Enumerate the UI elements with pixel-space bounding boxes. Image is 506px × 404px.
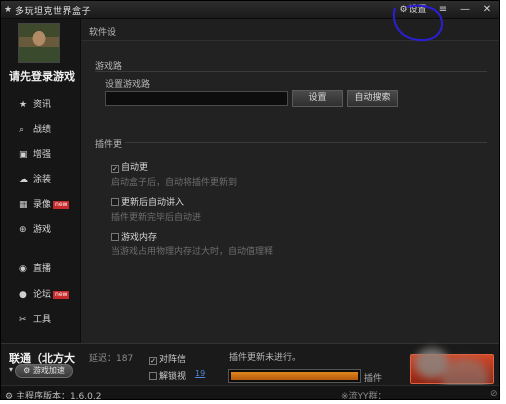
login-prompt[interactable]: 请先登录游戏 (5, 68, 79, 84)
sidebar-item-tools[interactable]: ✂ 工具 (19, 312, 51, 326)
sidebar-item-enhance[interactable]: ▣ 增强 (19, 147, 51, 161)
enter-after-update-option[interactable]: 更新后自动讲入 (111, 195, 185, 208)
version-text: 主程序版本：1.6.0.2 (15, 392, 102, 400)
sidebar-item-label: 录像 (33, 200, 52, 210)
set-path-button[interactable]: 设置 (292, 90, 343, 107)
sidebar-item-live[interactable]: ◉ 直播 (19, 261, 51, 275)
unlock-view-checkbox[interactable] (149, 372, 157, 380)
gear-icon: ⚙ (399, 5, 408, 15)
avatar[interactable] (18, 23, 60, 63)
enter-after-update-label: 更新后自动讲入 (121, 198, 185, 208)
accelerate-label: 游戏加速 (32, 366, 65, 375)
sidebar-item-label: 游戏 (33, 225, 52, 235)
film-icon: ▦ (19, 200, 28, 210)
auto-update-checkbox[interactable]: ✓ (111, 165, 119, 173)
settings-panel: 软件设 游戏路 设置游戏路 设置 自动搜索 插件更 ✓ 自动更 启动盒子后，自动将… (81, 19, 499, 343)
progress-fill (231, 372, 358, 380)
memory-cleanup-label: 游戏内存 (121, 233, 158, 243)
title-bar[interactable]: ★ 多玩坦克世界盒子 ⚙设置 ≡ — ✕ (1, 1, 499, 19)
game-path-field-label: 设置游戏路 (105, 80, 151, 90)
sidebar-item-news[interactable]: ★ 资讯 (19, 97, 51, 111)
resize-grip-icon[interactable]: ⊘ (490, 389, 498, 399)
rocket-icon: ⚙ (23, 366, 31, 375)
new-badge: new (53, 291, 70, 299)
tank-icon: ☁ (19, 175, 28, 185)
search-icon: ⌕ (19, 125, 25, 135)
sidebar-item-label: 增强 (33, 150, 52, 160)
sidebar-item-label: 涂装 (33, 175, 52, 185)
game-path-input[interactable] (105, 91, 288, 106)
memory-cleanup-checkbox[interactable] (111, 233, 119, 241)
latency-text: 延迟：187 (89, 354, 134, 364)
star-icon: ★ (19, 100, 28, 110)
sidebar-item-skin[interactable]: ☁ 涂装 (19, 172, 51, 186)
app-logo-icon: ★ (4, 5, 13, 15)
chat-icon: ● (19, 290, 27, 300)
new-badge: new (53, 201, 70, 209)
toolbox-icon: ▣ (19, 150, 28, 160)
status-bar: ⚙ 主程序版本：1.6.0.2 ※流YY群： ⊘ (1, 385, 499, 400)
yy-group-text[interactable]: ※流YY群： (341, 389, 387, 399)
program-version: ⚙ 主程序版本：1.6.0.2 (5, 389, 102, 400)
settings-label: 设置 (408, 5, 427, 15)
teammate-info-label: 对阵信 (159, 355, 187, 365)
plugin-label: 插件 (364, 374, 383, 384)
gamepad-icon: ⊕ (19, 225, 27, 235)
plugin-section-title: 插件更 (95, 140, 123, 150)
unlock-view-label: 解锁视 (159, 372, 187, 382)
auto-update-hint: 启动盒子后，自动将插件更新到 (111, 178, 238, 188)
close-button[interactable]: ✕ (481, 3, 493, 17)
unlock-view-option[interactable]: 解锁视 (149, 369, 186, 382)
minimize-button[interactable]: — (459, 3, 471, 17)
app-window: ★ 多玩坦克世界盒子 ⚙设置 ≡ — ✕ 请先登录游戏 ★ 资讯 ⌕ 战绩 ▣ 增强 … (0, 0, 500, 400)
section-divider (125, 142, 487, 143)
help-link[interactable]: 19 (195, 369, 205, 378)
sidebar-item-label: 工具 (33, 315, 52, 325)
memory-cleanup-hint: 当游戏占用物理内存过大时，自动值理释 (111, 247, 274, 257)
auto-update-option[interactable]: ✓ 自动更 (111, 160, 149, 173)
sidebar-item-record[interactable]: ⌕ 战绩 (19, 122, 51, 136)
skin-menu-button[interactable]: ≡ (437, 3, 449, 17)
chevron-down-icon[interactable]: ▾ (9, 365, 13, 374)
auto-search-button[interactable]: 自动搜索 (347, 90, 398, 107)
section-divider (95, 71, 487, 72)
sidebar-item-label: 直播 (33, 264, 52, 274)
teammate-info-option[interactable]: ✓ 对阵信 (149, 352, 186, 365)
memory-cleanup-option[interactable]: 游戏内存 (111, 230, 158, 243)
sidebar-item-label: 战绩 (33, 125, 52, 135)
page-title: 软件设 (89, 28, 117, 38)
sidebar: 请先登录游戏 ★ 资讯 ⌕ 战绩 ▣ 增强 ☁ 涂装 ▦ 录像 new ⊕ 游戏 ◉ 直播 ● 论… (1, 19, 81, 343)
sidebar-item-forum[interactable]: ● 论坛 new (19, 287, 70, 301)
sidebar-item-label: 资讯 (33, 100, 52, 110)
enter-after-update-hint: 插件更新完毕后自动进 (111, 213, 202, 223)
play-icon: ◉ (19, 264, 27, 274)
auto-update-label: 自动更 (121, 163, 149, 173)
settings-button[interactable]: ⚙设置 (398, 3, 428, 17)
update-progress-bar (228, 369, 361, 383)
update-status-text: 插件更新未进行。 (229, 353, 302, 363)
window-title: 多玩坦克世界盒子 (15, 7, 92, 17)
game-accelerate-button[interactable]: ⚙ 游戏加速 (15, 364, 73, 378)
sidebar-item-games[interactable]: ⊕ 游戏 (19, 222, 51, 236)
enter-after-update-checkbox[interactable] (111, 198, 119, 206)
sidebar-item-replay[interactable]: ▦ 录像 new (19, 197, 70, 211)
teammate-info-checkbox[interactable]: ✓ (149, 357, 157, 365)
panel-header: 软件设 (81, 19, 499, 41)
wrench-icon: ✂ (19, 315, 27, 325)
gear-icon: ⚙ (5, 392, 14, 400)
sidebar-item-label: 论坛 (33, 290, 52, 300)
